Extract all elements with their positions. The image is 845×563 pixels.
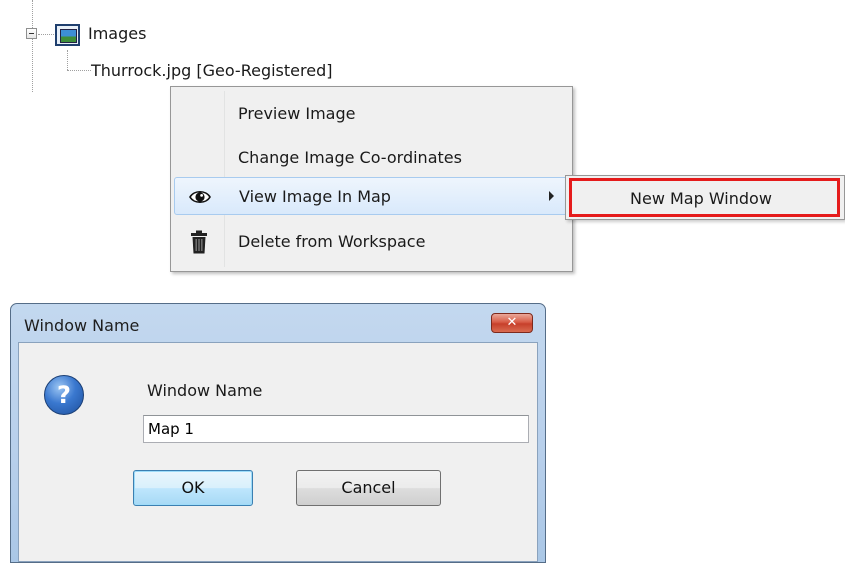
tree-node-images[interactable]: Images [88,24,146,43]
collapse-toggle[interactable] [26,28,37,39]
eye-icon [189,190,211,204]
tree-connector [38,34,56,35]
prompt-label: Window Name [147,381,263,400]
menu-item-delete-from-workspace[interactable]: Delete from Workspace [174,223,569,261]
tree-connector [67,50,68,70]
context-menu: Preview Image Change Image Co-ordinates … [170,86,573,272]
view-in-map-submenu: New Map Window [565,175,845,220]
window-name-input[interactable] [143,415,529,443]
window-name-dialog: Window Name ✕ ? Window Name OK Cancel [10,303,546,563]
menu-item-change-coordinates[interactable]: Change Image Co-ordinates [174,139,569,177]
dialog-title: Window Name [24,316,140,335]
tree-connector [67,70,91,71]
question-icon: ? [44,375,84,415]
menu-item-label: Preview Image [238,104,356,123]
cancel-button[interactable]: Cancel [296,470,441,506]
image-folder-icon [55,24,80,46]
dialog-body: ? Window Name OK Cancel [18,342,538,562]
menu-item-label: Change Image Co-ordinates [238,148,462,167]
menu-item-label: New Map Window [630,189,772,208]
menu-item-view-image-in-map[interactable]: View Image In Map [174,177,569,215]
tree-connector [32,0,33,92]
close-button[interactable]: ✕ [491,313,533,333]
menu-item-label: Delete from Workspace [238,232,426,251]
tree-node-file[interactable]: Thurrock.jpg [Geo-Registered] [91,61,332,80]
trash-icon [191,230,207,254]
menu-item-new-map-window[interactable]: New Map Window [569,178,840,217]
menu-item-label: View Image In Map [239,187,391,206]
ok-button[interactable]: OK [133,470,253,506]
menu-item-preview-image[interactable]: Preview Image [174,95,569,133]
submenu-arrow-icon [549,191,554,201]
